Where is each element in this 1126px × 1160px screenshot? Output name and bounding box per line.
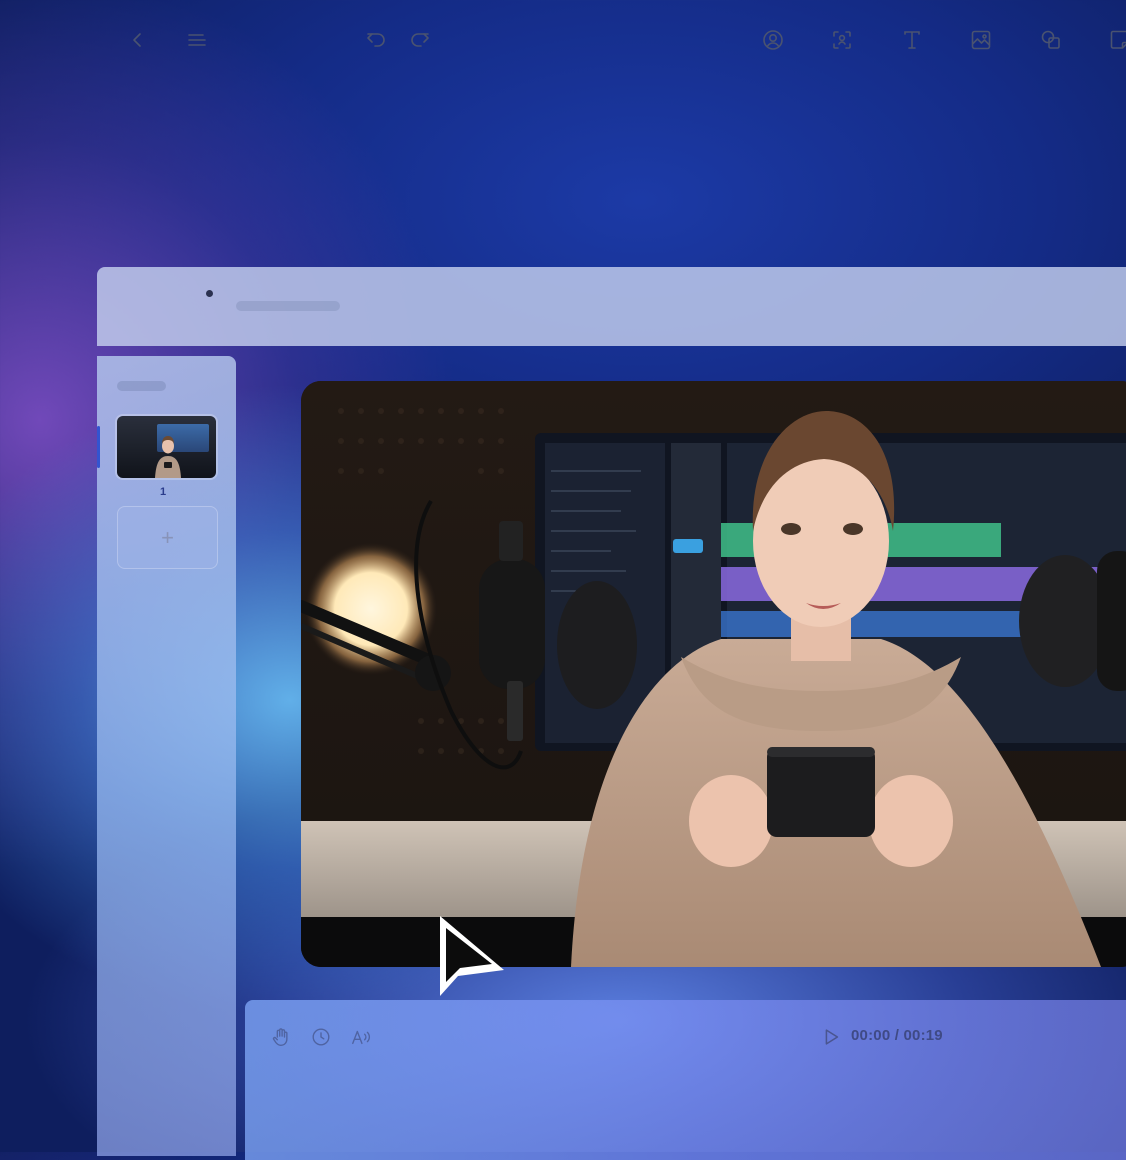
clock-icon[interactable]: [310, 1026, 332, 1048]
notification-dot: [206, 290, 213, 297]
text-icon[interactable]: [900, 28, 924, 52]
redo-icon[interactable]: [408, 28, 432, 52]
menu-icon[interactable]: [185, 28, 209, 52]
mouse-cursor-icon: [440, 916, 504, 996]
slide-thumbnail[interactable]: [117, 416, 216, 478]
sidebar-title-placeholder: [117, 381, 166, 391]
avatar-icon[interactable]: [761, 28, 785, 52]
time-current: 00:00: [851, 1027, 891, 1044]
voice-icon[interactable]: [350, 1026, 372, 1048]
active-slide-marker: [97, 426, 100, 468]
sticker-icon[interactable]: [1108, 28, 1126, 52]
time-total: 00:19: [903, 1027, 943, 1044]
time-separator: /: [890, 1027, 904, 1044]
add-slide-button[interactable]: +: [117, 506, 218, 569]
plus-icon: +: [161, 524, 174, 550]
face-frame-icon[interactable]: [830, 28, 854, 52]
undo-icon[interactable]: [364, 28, 388, 52]
slide-number: 1: [160, 486, 167, 498]
playback-time: 00:00 / 00:19: [851, 1027, 943, 1044]
project-title-placeholder[interactable]: [236, 301, 340, 311]
thumbnail-person: [155, 436, 181, 478]
presenter-video-frame: [301, 381, 1126, 967]
back-icon[interactable]: [125, 28, 149, 52]
timeline-panel: [245, 1000, 1126, 1160]
gesture-icon[interactable]: [270, 1026, 292, 1048]
shapes-icon[interactable]: [1039, 28, 1063, 52]
video-canvas[interactable]: [301, 381, 1126, 967]
play-icon[interactable]: [820, 1026, 842, 1048]
media-icon[interactable]: [969, 28, 993, 52]
